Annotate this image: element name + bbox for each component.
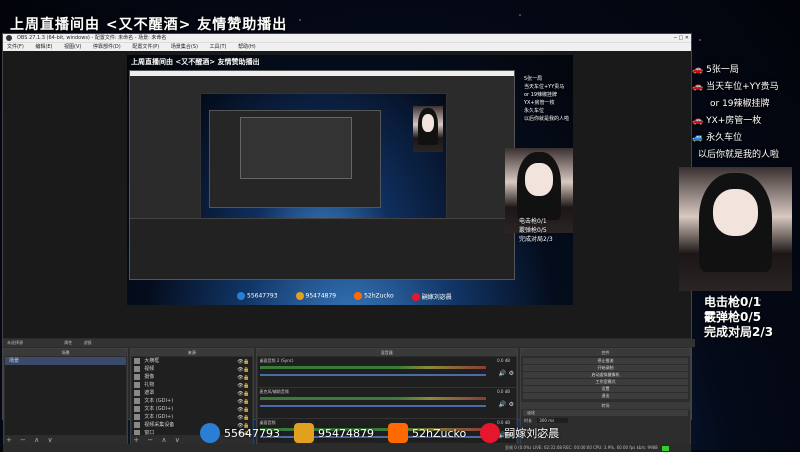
scenes-footer-buttons[interactable]: + − ∧ ∨ xyxy=(6,436,56,444)
scenes-dock: 场景 场景 + − ∧ ∨ xyxy=(3,348,129,446)
source-icon xyxy=(134,382,141,388)
source-item[interactable]: 礼物 👁 🔒 xyxy=(132,381,251,389)
source-item[interactable]: 文本 (GDI+) 👁 🔒 xyxy=(132,397,251,405)
contact-item: 95474879 xyxy=(294,423,374,443)
no-source-selected-label: 未选择源 xyxy=(7,340,23,345)
weibo-icon xyxy=(480,423,501,443)
sources-header: 来源 xyxy=(131,349,253,356)
window-controls[interactable]: ─ □ ✕ xyxy=(674,34,689,42)
source-icon xyxy=(134,414,141,420)
contact-item: 55647793 xyxy=(200,423,280,443)
transition-select[interactable]: 淡化 xyxy=(523,410,688,416)
source-icon xyxy=(134,366,141,372)
preview-area: 上周直播间由 <又不醒酒> 友情赞助播出 5张一局 当天车位+YY贵马 or 1… xyxy=(3,51,691,338)
filters-button[interactable]: 滤镜 xyxy=(84,340,92,345)
live-icon xyxy=(388,423,408,443)
scenes-header: 场景 xyxy=(4,349,128,356)
source-icon xyxy=(134,390,141,396)
source-icon xyxy=(134,406,141,412)
properties-button[interactable]: 属性 xyxy=(64,340,72,345)
mixer-channel: 桌面音频 2 (Sync) 0.0 dB 🔊 ⚙ xyxy=(257,357,516,388)
preview-title: 上周直播间由 <又不醒酒> 友情赞助播出 xyxy=(131,58,260,66)
controls-header: 控件 xyxy=(521,349,690,356)
preview-reward-list: 5张一局 当天车位+YY贵马 or 19辣椒挂牌 YX+房管一枚 永久车位 以后… xyxy=(523,76,569,122)
status-text: 丢帧 0 (0.0%) LIVE: 02:31:08 REC: 00:00:00… xyxy=(505,445,658,450)
start-recording-button[interactable]: 开始录制 xyxy=(523,365,688,371)
contact-item: 嗣嫁刘宓晨 xyxy=(480,423,559,443)
car-icon: 🚗 xyxy=(692,65,704,75)
webcam-stats-text: 电击枪0/1 霰弹枪0/5 完成对局2/3 xyxy=(704,295,774,339)
source-icon xyxy=(134,430,141,435)
sources-footer-buttons[interactable]: + − ∧ ∨ xyxy=(133,436,183,444)
speaker-icon[interactable]: 🔊 xyxy=(499,370,506,377)
audio-meter xyxy=(259,397,486,400)
obs-logo-icon xyxy=(6,35,12,41)
exit-button[interactable]: 退出 xyxy=(523,393,688,399)
qq-icon xyxy=(200,423,220,443)
source-toolbar: 未选择源 属性 滤镜 xyxy=(3,339,695,347)
virtual-camera-button[interactable]: 启动虚拟摄像机 xyxy=(523,372,688,378)
gear-icon[interactable]: ⚙ xyxy=(509,370,514,377)
reward-list: 🚗 5张一局 🚗 当天车位+YY贵马 or 19辣椒挂牌 🚗 YX+房管一枚 🚙… xyxy=(692,65,780,160)
menu-file[interactable]: 文件(F) xyxy=(7,44,24,50)
mixer-channel: 麦克风/辅助音频 0.0 dB 🔊 ⚙ xyxy=(257,388,516,419)
nested-obs-1 xyxy=(129,70,515,280)
source-item[interactable]: 大横框 👁 🔒 xyxy=(132,357,251,365)
scene-item[interactable]: 场景 xyxy=(5,357,127,365)
source-item[interactable]: 文本 (GDI+) 👁 🔒 xyxy=(132,413,251,421)
preview-contacts: 55647793 95474879 52hZucko 嗣嫁刘宓晨 xyxy=(237,291,452,301)
status-bar: 丢帧 0 (0.0%) LIVE: 02:31:08 REC: 00:00:00… xyxy=(3,444,691,452)
source-icon xyxy=(134,358,141,364)
car-icon: 🚗 xyxy=(692,82,704,92)
mixer-header: 混音器 xyxy=(256,349,517,356)
contact-item: 52hZucko xyxy=(388,423,466,443)
stream-overlay-title: 上周直播间由 <又不醒酒> 友情赞助播出 xyxy=(10,17,288,33)
transitions-header: 转场 xyxy=(521,402,690,409)
preview-cam-text: 电击枪0/1 霰弹枪0/5 完成对局2/3 xyxy=(519,218,553,243)
gear-icon[interactable]: ⚙ xyxy=(509,401,514,408)
settings-button[interactable]: 设置 xyxy=(523,386,688,392)
nested-preview-4 xyxy=(240,117,352,179)
source-item[interactable]: 摄像 👁 🔒 xyxy=(132,373,251,381)
volume-slider[interactable] xyxy=(259,405,486,407)
studio-mode-button[interactable]: 工作室模式 xyxy=(523,379,688,385)
obs-titlebar: OBS 27.1.3 (64-bit, windows) - 配置文件: 未命名… xyxy=(3,34,691,42)
menu-profile[interactable]: 配置文件(P) xyxy=(132,44,159,50)
stop-streaming-button[interactable]: 停止推流 xyxy=(523,358,688,364)
audio-meter xyxy=(259,366,486,369)
nested-preview-2 xyxy=(200,93,447,235)
menu-scene-collection[interactable]: 场景集合(S) xyxy=(171,44,198,50)
source-icon xyxy=(134,422,141,428)
source-icon xyxy=(134,374,141,380)
car-icon: 🚗 xyxy=(692,116,704,126)
source-icon xyxy=(134,398,141,404)
scenes-list: 场景 xyxy=(5,357,127,435)
source-item[interactable]: 视频 👁 🔒 xyxy=(132,365,251,373)
menu-docks[interactable]: 停靠部件(D) xyxy=(93,44,121,50)
source-item[interactable]: 遮罩 👁 🔒 xyxy=(132,389,251,397)
volume-slider[interactable] xyxy=(259,374,486,376)
menu-bar: 文件(F) 编辑(E) 视图(V) 停靠部件(D) 配置文件(P) 场景集合(S… xyxy=(3,42,691,51)
obs-window: OBS 27.1.3 (64-bit, windows) - 配置文件: 未命名… xyxy=(2,33,695,452)
nested-cam-small xyxy=(413,106,443,152)
menu-edit[interactable]: 编辑(E) xyxy=(35,44,52,50)
webcam-feed xyxy=(679,167,792,291)
menu-view[interactable]: 视图(V) xyxy=(64,44,81,50)
menu-tools[interactable]: 工具(T) xyxy=(210,44,227,50)
nested-obs-3 xyxy=(209,110,381,208)
window-title: OBS 27.1.3 (64-bit, windows) - 配置文件: 未命名… xyxy=(17,35,167,41)
speaker-icon[interactable]: 🔊 xyxy=(499,401,506,408)
preview-canvas[interactable]: 上周直播间由 <又不醒酒> 友情赞助播出 5张一局 当天车位+YY贵马 or 1… xyxy=(127,55,573,305)
contact-bar: 55647793 95474879 52hZucko 嗣嫁刘宓晨 xyxy=(200,421,559,445)
source-item[interactable]: 文本 (GDI+) 👁 🔒 xyxy=(132,405,251,413)
menu-help[interactable]: 帮助(H) xyxy=(238,44,256,50)
car-icon: 🚙 xyxy=(692,133,704,143)
bot-icon xyxy=(294,423,314,443)
